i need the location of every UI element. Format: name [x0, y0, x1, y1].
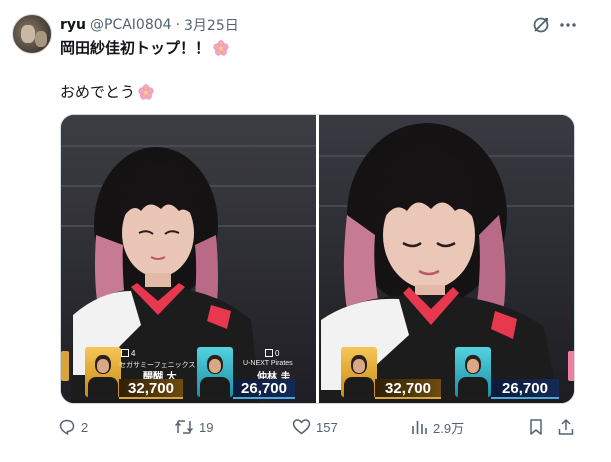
- retweet-count: 19: [199, 419, 214, 435]
- tweet-text-2: おめでとう: [60, 83, 136, 101]
- reply-count: 2: [81, 419, 89, 435]
- heart-icon: [292, 419, 311, 435]
- tweet-text-line2: おめでとう: [60, 81, 154, 104]
- player-2-photo: [455, 347, 491, 397]
- tweet-text-1: 岡田紗佳初トップ！！: [60, 39, 211, 57]
- tweet-text-line1: 岡田紗佳初トップ！！: [60, 37, 229, 60]
- tweet-date[interactable]: 3月25日: [184, 15, 239, 35]
- more-options-icon[interactable]: [558, 15, 578, 35]
- author-handle[interactable]: @PCAI0804: [90, 17, 172, 33]
- retweet-button[interactable]: 19: [174, 416, 213, 438]
- scoreboard: 32,700 26,700: [319, 347, 574, 399]
- player-2-photo: [197, 347, 233, 397]
- media-grid[interactable]: 4 セガサミーフェニックス 醍醐 大 32,700 0 U-NEXT Pirat…: [60, 114, 575, 404]
- retweet-icon: [174, 420, 194, 434]
- player-1-photo: [341, 347, 377, 397]
- photo-1[interactable]: 4 セガサミーフェニックス 醍醐 大 32,700 0 U-NEXT Pirat…: [61, 115, 316, 403]
- cherry-blossom-icon: [138, 84, 154, 104]
- like-count: 157: [316, 419, 338, 435]
- share-button[interactable]: [557, 416, 580, 438]
- player-1-photo: [85, 347, 121, 397]
- player-1-score: 32,700: [119, 379, 183, 399]
- action-bar: 2 19 157 2.9万: [0, 416, 611, 438]
- player-2-team: U-NEXT Pirates: [243, 360, 293, 367]
- player-2-score: 26,700: [233, 379, 295, 399]
- share-icon: [558, 419, 574, 435]
- separator: ·: [175, 17, 181, 33]
- grok-icon[interactable]: [531, 15, 551, 35]
- player-1-seat: 4: [121, 349, 135, 358]
- view-count: 2.9万: [433, 420, 465, 436]
- cherry-blossom-icon: [213, 40, 229, 60]
- tweet-header: ryu @PCAI0804 · 3月25日: [60, 14, 239, 36]
- player-2-score: 26,700: [491, 379, 559, 399]
- analytics-icon: [412, 421, 427, 434]
- tweet-card[interactable]: ryu @PCAI0804 · 3月25日 岡田紗佳初トップ！！ おめでとう 4…: [0, 0, 611, 462]
- photo-2[interactable]: 32,700 26,700: [319, 115, 574, 403]
- reply-button[interactable]: 2: [58, 416, 88, 438]
- like-button[interactable]: 157: [292, 416, 338, 438]
- author-name[interactable]: ryu: [60, 17, 86, 33]
- scoreboard: 4 セガサミーフェニックス 醍醐 大 32,700 0 U-NEXT Pirat…: [61, 347, 316, 399]
- views-button[interactable]: 2.9万: [410, 416, 464, 438]
- bookmark-icon: [530, 419, 542, 435]
- player-2-seat: 0: [265, 349, 279, 358]
- reply-icon: [59, 419, 75, 435]
- avatar[interactable]: [12, 14, 52, 54]
- bookmark-button[interactable]: [528, 416, 549, 438]
- player-1-score: 32,700: [375, 379, 441, 399]
